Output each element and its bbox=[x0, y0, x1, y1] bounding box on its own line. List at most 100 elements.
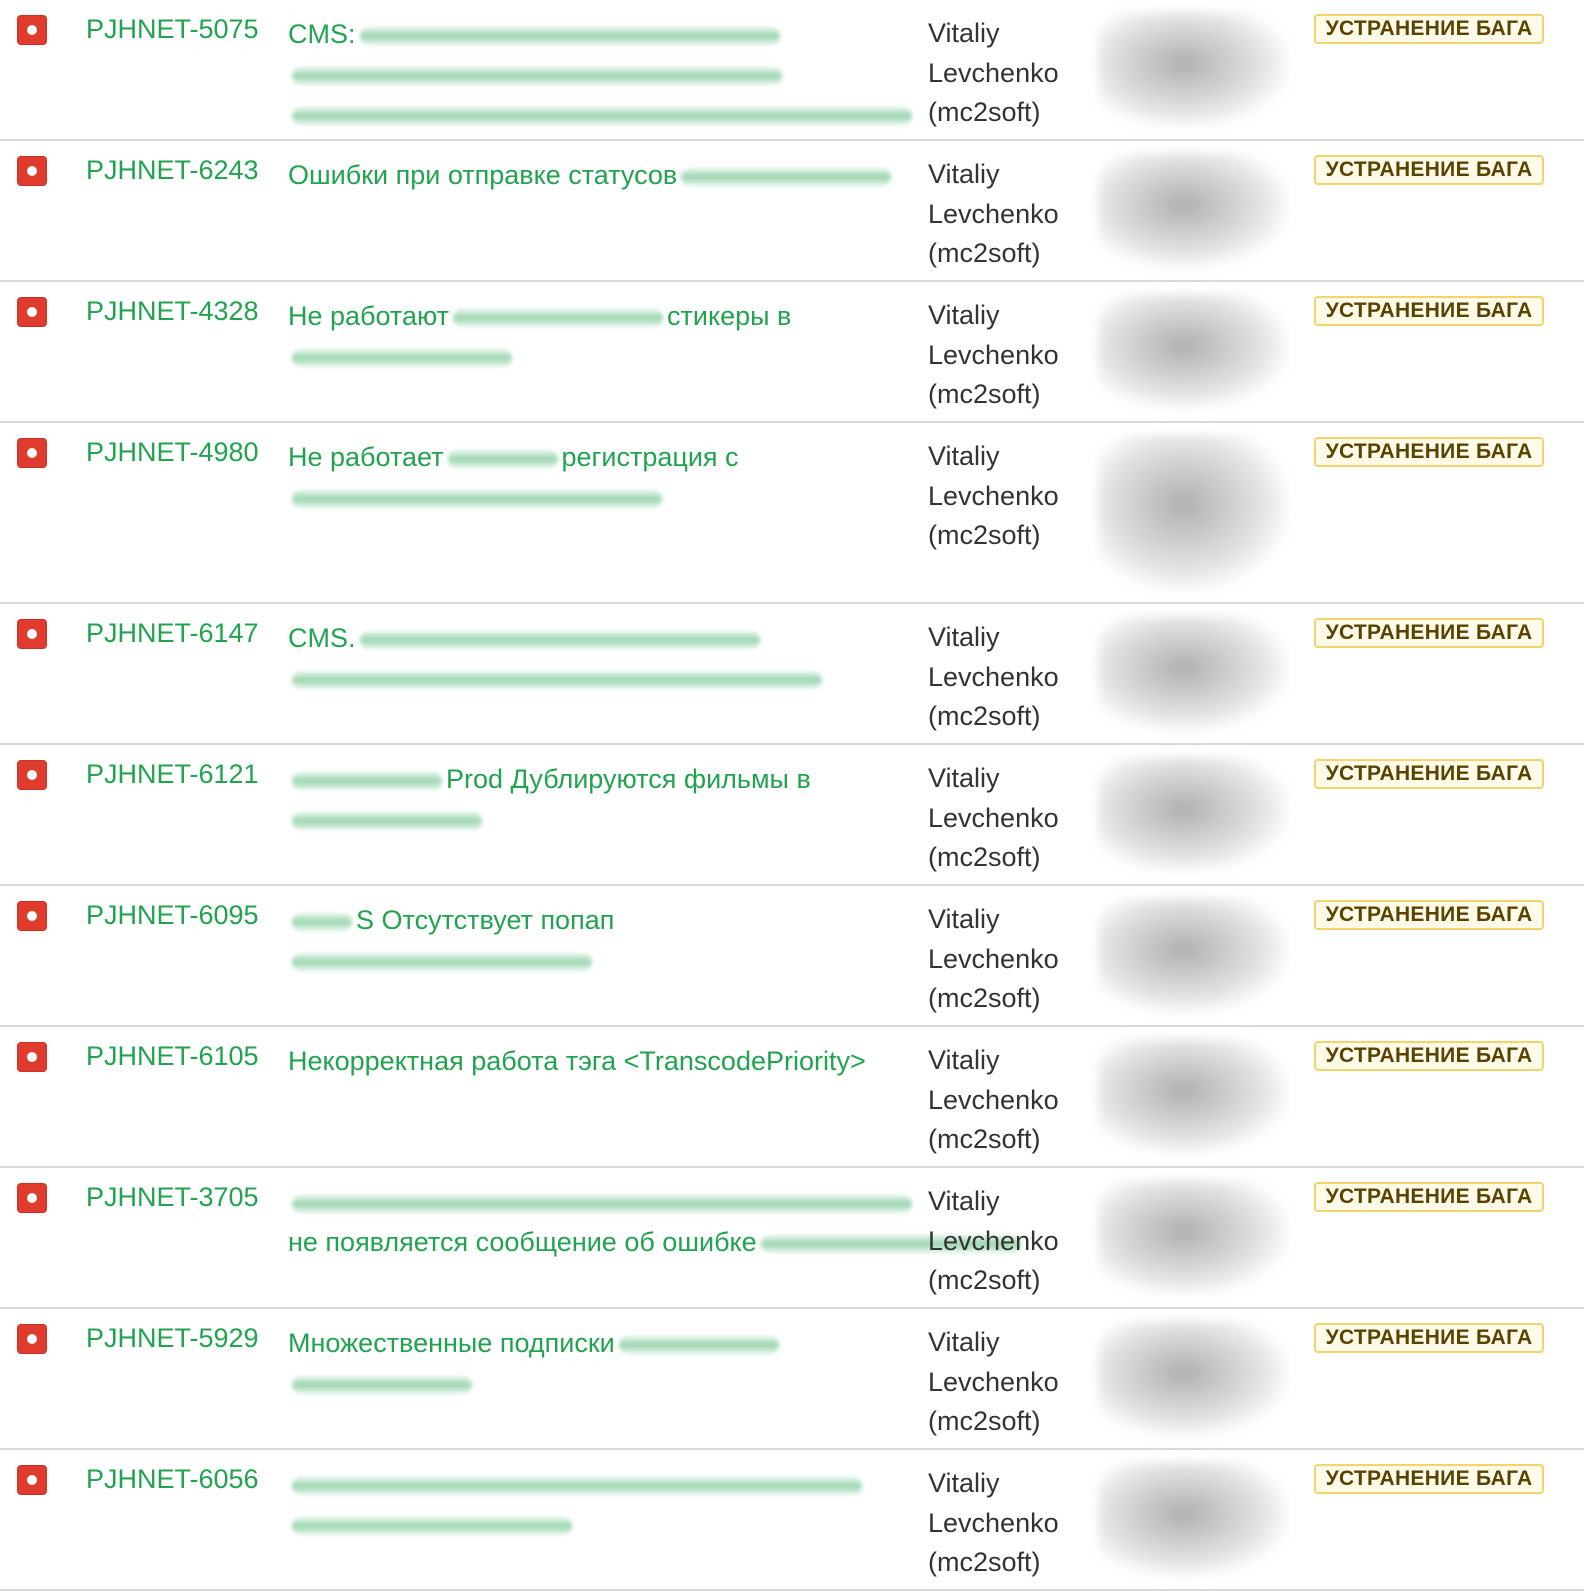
summary-line bbox=[288, 336, 908, 376]
summary-line bbox=[288, 477, 908, 517]
assignee-name-part: Vitaliy bbox=[928, 441, 1000, 471]
assignee-name-part: Levchenko bbox=[928, 661, 1059, 692]
redacted-text bbox=[292, 1476, 862, 1495]
issue-key-link[interactable]: PJHNET-4328 bbox=[86, 296, 259, 326]
issue-summary[interactable]: Не работает регистрация с bbox=[288, 437, 908, 517]
status-badge: УСТРАНЕНИЕ БАГА bbox=[1314, 900, 1544, 930]
reporter-name-redacted bbox=[1098, 294, 1288, 409]
status-badge: УСТРАНЕНИЕ БАГА bbox=[1314, 437, 1544, 467]
redacted-text bbox=[359, 630, 760, 649]
issue-summary[interactable]: Prod Дублируются фильмы в bbox=[288, 759, 908, 839]
assignee-name-part: Levchenko bbox=[928, 57, 1059, 88]
issue-key-link[interactable]: PJHNET-4980 bbox=[86, 437, 259, 467]
bug-icon bbox=[18, 761, 46, 789]
status-badge: УСТРАНЕНИЕ БАГА bbox=[1314, 618, 1544, 648]
issue-summary[interactable]: Некорректная работа тэга <TranscodePrior… bbox=[288, 1041, 908, 1081]
summary-line bbox=[288, 1262, 908, 1302]
issue-summary[interactable]: CMS: bbox=[288, 14, 912, 134]
issue-row: PJHNET-6243 Ошибки при отправке статусов V… bbox=[0, 141, 1584, 282]
summary-line bbox=[288, 54, 908, 94]
assignee-name: Vitaliy Levchenko (mc2soft) bbox=[928, 1323, 1098, 1442]
issue-summary[interactable]: не появляется сообщение об ошибке bbox=[288, 1182, 1021, 1302]
summary-line bbox=[288, 799, 908, 839]
status-badge: УСТРАНЕНИЕ БАГА bbox=[1314, 155, 1544, 185]
summary-line bbox=[288, 1504, 908, 1544]
issue-summary[interactable]: Не работают стикеры в bbox=[288, 296, 908, 376]
issue-summary[interactable]: CMS. bbox=[288, 618, 908, 698]
assignee-name-part: (mc2soft) bbox=[928, 238, 1041, 268]
assignee-name-part: Vitaliy bbox=[928, 159, 1000, 189]
summary-line: не появляется сообщение об ошибке bbox=[288, 1222, 1021, 1262]
assignee-name-part: (mc2soft) bbox=[928, 983, 1041, 1013]
bug-icon bbox=[18, 1184, 46, 1212]
issue-key-link[interactable]: PJHNET-6095 bbox=[86, 900, 259, 930]
assignee-name: Vitaliy Levchenko (mc2soft) bbox=[928, 437, 1098, 556]
issue-key-link[interactable]: PJHNET-6243 bbox=[86, 155, 259, 185]
assignee-name-part: Levchenko bbox=[928, 198, 1059, 229]
redacted-text bbox=[292, 106, 912, 125]
reporter-name-redacted bbox=[1098, 898, 1288, 1013]
assignee-name: Vitaliy Levchenko (mc2soft) bbox=[928, 14, 1098, 133]
status-badge: УСТРАНЕНИЕ БАГА bbox=[1314, 296, 1544, 326]
issue-key-link[interactable]: PJHNET-3705 bbox=[86, 1182, 259, 1212]
redacted-text bbox=[292, 1375, 472, 1394]
summary-text: Prod Дублируются фильмы в bbox=[446, 764, 811, 794]
issue-key-link[interactable]: PJHNET-6105 bbox=[86, 1041, 259, 1071]
assignee-name: Vitaliy Levchenko (mc2soft) bbox=[928, 296, 1098, 415]
issue-key-link[interactable]: PJHNET-6147 bbox=[86, 618, 259, 648]
issue-key-link[interactable]: PJHNET-5075 bbox=[86, 14, 259, 44]
bug-icon bbox=[18, 298, 46, 326]
redacted-text bbox=[292, 66, 782, 85]
assignee-name-part: (mc2soft) bbox=[928, 1406, 1041, 1436]
reporter-name-redacted bbox=[1098, 12, 1288, 127]
redacted-text bbox=[292, 1516, 572, 1535]
issue-row: PJHNET-6105 Некорректная работа тэга <Tra… bbox=[0, 1027, 1584, 1168]
reporter-name-redacted bbox=[1098, 1321, 1288, 1436]
issue-row: PJHNET-6095 S Отсутствует попап Vitaliy Lev… bbox=[0, 886, 1584, 1027]
assignee-name: Vitaliy Levchenko (mc2soft) bbox=[928, 618, 1098, 737]
summary-line bbox=[288, 94, 912, 134]
issue-summary[interactable]: S Отсутствует попап bbox=[288, 900, 908, 980]
issue-key-link[interactable]: PJHNET-6121 bbox=[86, 759, 259, 789]
issue-row: PJHNET-6121 Prod Дублируются фильмы в Vita… bbox=[0, 745, 1584, 886]
reporter-name-redacted bbox=[1098, 1462, 1288, 1577]
assignee-name-part: Levchenko bbox=[928, 339, 1059, 370]
issue-summary[interactable] bbox=[288, 1464, 908, 1544]
redacted-text bbox=[618, 1335, 779, 1354]
summary-text: Некорректная работа тэга <TranscodePrior… bbox=[288, 1046, 866, 1076]
summary-line: CMS. bbox=[288, 618, 908, 658]
assignee-name-part: (mc2soft) bbox=[928, 1265, 1041, 1295]
redacted-text bbox=[292, 771, 442, 790]
summary-text: Не работает bbox=[288, 442, 444, 472]
issue-key-link[interactable]: PJHNET-5929 bbox=[86, 1323, 259, 1353]
summary-line bbox=[288, 940, 908, 980]
issue-summary[interactable]: Множественные подписки bbox=[288, 1323, 908, 1403]
assignee-name-part: (mc2soft) bbox=[928, 701, 1041, 731]
assignee-name: Vitaliy Levchenko (mc2soft) bbox=[928, 1041, 1098, 1160]
assignee-name: Vitaliy Levchenko (mc2soft) bbox=[928, 759, 1098, 878]
bug-icon bbox=[18, 902, 46, 930]
issue-row: PJHNET-4980 Не работает регистрация с Vital… bbox=[0, 423, 1584, 604]
summary-text: CMS: bbox=[288, 19, 356, 49]
reporter-name-redacted bbox=[1098, 757, 1288, 872]
redacted-text bbox=[359, 26, 780, 45]
summary-line bbox=[288, 1182, 912, 1222]
issue-row: PJHNET-4328 Не работают стикеры в Vitaliy Le… bbox=[0, 282, 1584, 423]
assignee-name-part: Levchenko bbox=[928, 802, 1059, 833]
assignee-name-part: (mc2soft) bbox=[928, 520, 1041, 550]
summary-text: Не работают bbox=[288, 301, 450, 331]
redacted-text bbox=[447, 449, 558, 468]
assignee-name-part: (mc2soft) bbox=[928, 842, 1041, 872]
issue-summary[interactable]: Ошибки при отправке статусов bbox=[288, 155, 908, 195]
issue-list: PJHNET-5075 CMS: Vitaliy Levchenko (mc2soft)… bbox=[0, 0, 1584, 1591]
assignee-name-part: Vitaliy bbox=[928, 904, 1000, 934]
assignee-name-part: Levchenko bbox=[928, 1084, 1059, 1115]
summary-text: не появляется сообщение об ошибке bbox=[288, 1227, 757, 1257]
issue-row: PJHNET-5075 CMS: Vitaliy Levchenko (mc2soft)… bbox=[0, 0, 1584, 141]
issue-key-link[interactable]: PJHNET-6056 bbox=[86, 1464, 259, 1494]
bug-icon bbox=[18, 1466, 46, 1494]
assignee-name: Vitaliy Levchenko (mc2soft) bbox=[928, 155, 1098, 274]
issue-row: PJHNET-6147 CMS. Vitaliy Levchenko (mc2soft)… bbox=[0, 604, 1584, 745]
bug-icon bbox=[18, 1043, 46, 1071]
issue-row: PJHNET-5929 Множественные подписки Vitaliy… bbox=[0, 1309, 1584, 1450]
